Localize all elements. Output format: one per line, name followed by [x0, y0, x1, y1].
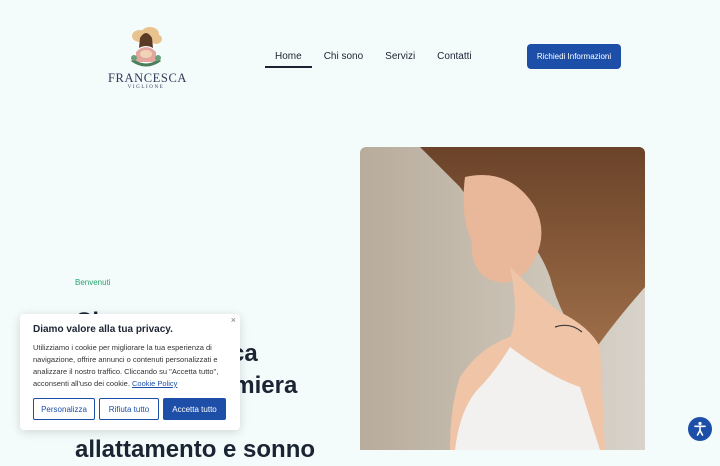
- brand-subtitle: VIGLIONE: [127, 85, 165, 90]
- reject-all-button[interactable]: Rifiuta tutto: [99, 398, 159, 420]
- customize-button[interactable]: Personalizza: [33, 398, 95, 420]
- accessibility-icon: [694, 421, 706, 436]
- cookie-text: Utilizziamo i cookie per migliorare la t…: [33, 342, 233, 390]
- nav-item-servizi[interactable]: Servizi: [375, 44, 425, 68]
- accessibility-button[interactable]: [688, 417, 712, 441]
- cookie-policy-link[interactable]: Cookie Policy: [132, 379, 177, 388]
- hero-eyebrow: Benvenuti: [75, 278, 111, 287]
- main-navigation: Home Chi sono Servizi Contatti: [265, 44, 484, 68]
- cookie-description: Utilizziamo i cookie per migliorare la t…: [33, 343, 219, 388]
- nav-item-home[interactable]: Home: [265, 44, 312, 68]
- nav-item-contatti[interactable]: Contatti: [427, 44, 481, 68]
- mother-baby-logo-icon: [131, 27, 162, 67]
- accept-all-button[interactable]: Accetta tutto: [163, 398, 226, 420]
- cookie-banner: × Diamo valore alla tua privacy. Utilizz…: [20, 314, 240, 430]
- request-info-button[interactable]: Richiedi Informazioni: [527, 44, 621, 69]
- hero-photo: [360, 147, 645, 450]
- brand-logo[interactable]: FRANCESCA VIGLIONE: [108, 24, 188, 90]
- close-icon[interactable]: ×: [231, 315, 236, 325]
- hero-title-line: allattamento e sonno: [75, 436, 316, 463]
- nav-item-chi-sono[interactable]: Chi sono: [314, 44, 373, 68]
- cookie-title: Diamo valore alla tua privacy.: [33, 324, 173, 335]
- brand-name: FRANCESCA: [108, 71, 188, 85]
